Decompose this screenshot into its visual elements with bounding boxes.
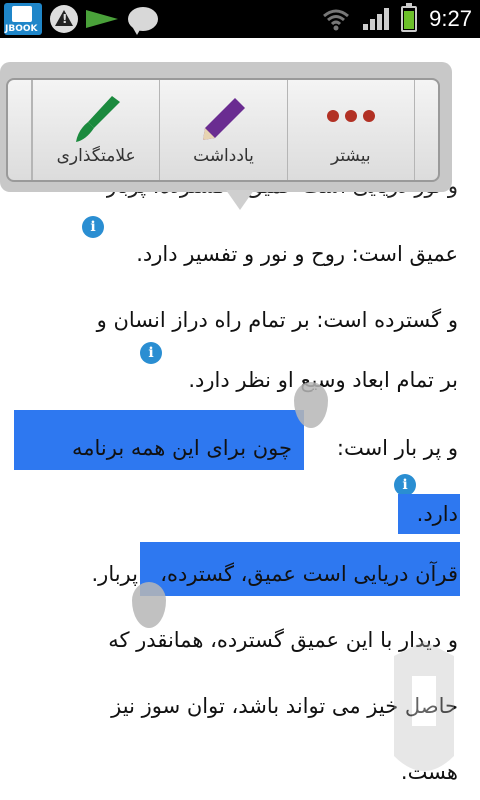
battery-icon — [401, 3, 418, 32]
selection-start-handle[interactable] — [294, 382, 328, 428]
send-icon — [86, 8, 120, 30]
note-button[interactable]: یادداشت — [159, 80, 286, 180]
toolbar-grip-right — [413, 80, 438, 180]
more-label: بیشتر — [331, 146, 371, 166]
signal-icon — [363, 8, 390, 30]
app-badge: JBOOK — [5, 24, 38, 34]
content-line: پربار. — [91, 562, 139, 586]
content-line: عمیق است: روح و نور و تفسیر دارد. — [136, 242, 458, 266]
selected-text: قرآن دریایی است عمیق، گسترده، — [160, 562, 458, 586]
more-icon — [326, 110, 375, 122]
info-icon[interactable]: i — [140, 342, 162, 364]
highlight-label: علامتگذاری — [56, 146, 136, 166]
content-line: و پر بار است: — [336, 436, 458, 460]
book-icon — [12, 6, 32, 22]
chat-icon — [128, 7, 158, 35]
highlight-button[interactable]: علامتگذاری — [32, 80, 159, 180]
selection-toolbar: علامتگذاری یادداشت بیشتر — [6, 78, 440, 182]
warning-icon: ! — [50, 5, 78, 33]
content-line: و گسترده است: بر تمام راه دراز انسان و — [96, 308, 458, 332]
notification-icons: JBOOK ! — [4, 3, 158, 35]
info-icon[interactable]: i — [82, 216, 104, 238]
note-label: یادداشت — [193, 146, 254, 166]
app-notification-icon: JBOOK — [4, 3, 42, 35]
status-bar: JBOOK ! 9:27 — [0, 0, 480, 38]
selected-text: چون برای این همه برنامه — [72, 436, 292, 460]
more-button[interactable]: بیشتر — [286, 80, 414, 180]
wifi-icon — [323, 9, 350, 31]
brush-icon — [76, 96, 121, 142]
book-content[interactable]: و نور دریایی است عمیق ، گسترده، پربار i … — [0, 182, 480, 800]
pencil-icon — [203, 98, 246, 140]
toolbar-grip-left — [8, 80, 32, 180]
clock: 9:27 — [429, 6, 472, 31]
info-icon[interactable]: i — [394, 474, 416, 496]
popup-pointer — [226, 190, 254, 210]
system-icons: 9:27 — [321, 3, 472, 34]
watermark-logo-icon — [394, 641, 454, 771]
selected-text: دارد. — [416, 502, 458, 526]
